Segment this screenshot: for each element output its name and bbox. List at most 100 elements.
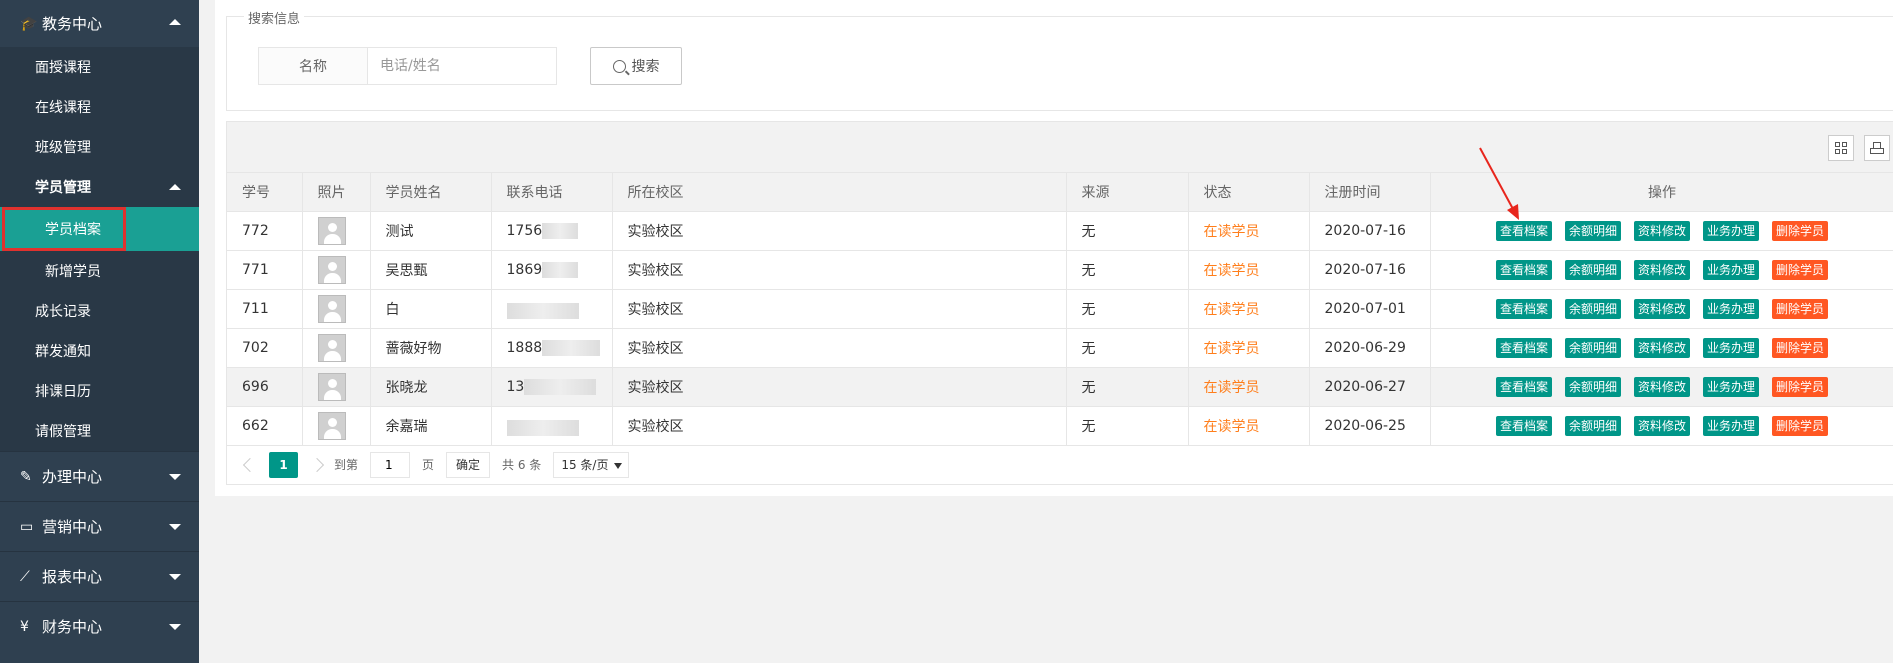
cell-date-text: 2020-06-25 [1324, 417, 1406, 434]
view-record-button[interactable]: 查看档案 [1495, 376, 1552, 397]
delete-student-button[interactable]: 删除学员 [1772, 415, 1829, 436]
col-header-name[interactable]: 学员姓名 [370, 173, 492, 212]
sidebar-category-label: 财务中心 [42, 618, 103, 636]
col-header-status[interactable]: 状态 [1188, 173, 1310, 212]
sidebar-category-handling[interactable]: ✎ 办理中心 [0, 451, 199, 501]
columns-filter-button[interactable] [1828, 135, 1854, 161]
sidebar-item-face-courses[interactable]: 面授课程 [0, 47, 199, 87]
business-button[interactable]: 业务办理 [1703, 415, 1760, 436]
view-record-button[interactable]: 查看档案 [1495, 220, 1552, 241]
delete-student-button[interactable]: 删除学员 [1772, 259, 1829, 280]
business-button[interactable]: 业务办理 [1703, 376, 1760, 397]
sidebar-category-finance[interactable]: ¥ 财务中心 [0, 601, 199, 651]
sidebar-item-student-mgmt[interactable]: 学员管理 [0, 167, 199, 207]
edit-info-button[interactable]: 资料修改 [1633, 298, 1690, 319]
phone-text: 1888 [506, 339, 543, 356]
cell-source: 无 [1066, 250, 1189, 290]
balance-detail-button[interactable]: 余额明细 [1564, 415, 1621, 436]
sidebar-item-new-student[interactable]: 新增学员 [0, 251, 199, 291]
edit-info-button[interactable]: 资料修改 [1633, 259, 1690, 280]
edit-info-button[interactable]: 资料修改 [1633, 337, 1690, 358]
sidebar-item-label: 在线课程 [35, 100, 91, 116]
col-header-date[interactable]: 注册时间 [1309, 173, 1431, 212]
cell-status: 在读学员 [1188, 250, 1310, 290]
business-button[interactable]: 业务办理 [1703, 337, 1760, 358]
sidebar-item-growth[interactable]: 成长记录 [0, 291, 199, 331]
table-row[interactable]: 662 余嘉瑞 实验校区 无 在读学员 2020-06-25 查看档案 余额明细 资料修改 业务办… [227, 406, 1893, 446]
cell-id-text: 711 [242, 300, 269, 317]
cell-id-text: 772 [242, 222, 269, 239]
col-header-campus[interactable]: 所在校区 [612, 173, 1067, 212]
balance-detail-button[interactable]: 余额明细 [1564, 220, 1621, 241]
cell-name: 张晓龙 [370, 367, 492, 407]
col-header-source[interactable]: 来源 [1066, 173, 1189, 212]
cell-name: 蔷薇好物 [370, 328, 492, 368]
sidebar-item-class-mgmt[interactable]: 班级管理 [0, 127, 199, 167]
next-page-icon[interactable] [309, 457, 325, 472]
edit-info-button[interactable]: 资料修改 [1633, 415, 1690, 436]
sidebar-category-reports[interactable]: ⟋ 报表中心 [0, 551, 199, 601]
current-page[interactable]: 1 [269, 451, 298, 478]
business-button[interactable]: 业务办理 [1703, 298, 1760, 319]
view-record-button[interactable]: 查看档案 [1495, 259, 1552, 280]
edit-info-button[interactable]: 资料修改 [1633, 220, 1690, 241]
sidebar-category-label: 办理中心 [42, 468, 103, 486]
line-chart-icon: ⟋ [20, 568, 30, 585]
sidebar-item-leave[interactable]: 请假管理 [0, 411, 199, 451]
col-header-photo[interactable]: 照片 [302, 173, 371, 212]
table-row[interactable]: 696 张晓龙 13 实验校区 无 在读学员 2020-06-27 查看档案 余额明细 资料修改业… [227, 367, 1893, 407]
cell-phone: 1888 [491, 328, 613, 368]
search-input[interactable] [367, 47, 557, 85]
col-header-phone[interactable]: 联系电话 [491, 173, 613, 212]
balance-detail-button[interactable]: 余额明细 [1564, 259, 1621, 280]
cell-source: 无 [1066, 211, 1189, 251]
col-header-id[interactable]: 学号 [227, 173, 303, 212]
balance-detail-button[interactable]: 余额明细 [1564, 298, 1621, 319]
cell-date-text: 2020-07-16 [1324, 261, 1406, 278]
view-record-button[interactable]: 查看档案 [1495, 298, 1552, 319]
sidebar: 🎓 教务中心 面授课程 在线课程 班级管理 学员管理 学员档案 新增学员 成长记… [0, 0, 199, 663]
print-button[interactable] [1864, 135, 1890, 161]
cell-name-text: 吴思甄 [385, 262, 428, 279]
prev-page-icon[interactable] [242, 457, 258, 472]
sidebar-item-label: 排课日历 [35, 384, 91, 400]
phone-text: 1869 [506, 261, 543, 278]
sidebar-item-student-records[interactable]: 学员档案 [2, 207, 126, 251]
sidebar-header-academic[interactable]: 🎓 教务中心 [0, 0, 199, 47]
print-icon [1870, 142, 1884, 154]
table-row[interactable]: 772 测试 1756 实验校区 无 在读学员 2020-07-16 查看档案 余额明细 资料修改… [227, 211, 1893, 251]
delete-student-button[interactable]: 删除学员 [1772, 298, 1829, 319]
sidebar-item-label: 新增学员 [45, 264, 101, 280]
table-row[interactable]: 711 白 实验校区 无 在读学员 2020-07-01 查看档案 余额明细 资料修改 业务办理删… [227, 289, 1893, 329]
sidebar-item-calendar[interactable]: 排课日历 [0, 371, 199, 411]
avatar [317, 255, 346, 284]
balance-detail-button[interactable]: 余额明细 [1564, 376, 1621, 397]
table-row[interactable]: 771 吴思甄 1869 实验校区 无 在读学员 2020-07-16 查看档案 余额明细 资料修… [227, 250, 1893, 290]
delete-student-button[interactable]: 删除学员 [1772, 376, 1829, 397]
cell-photo [302, 250, 371, 290]
page-size-select[interactable]: 15 条/页 [553, 451, 630, 478]
table-row[interactable]: 702 蔷薇好物 1888 实验校区 无 在读学员 2020-06-29 查看档案 余额明细 资料… [227, 328, 1893, 368]
redacted-blur [506, 419, 579, 436]
view-record-button[interactable]: 查看档案 [1495, 415, 1552, 436]
sidebar-item-online-courses[interactable]: 在线课程 [0, 87, 199, 127]
sidebar-item-broadcast[interactable]: 群发通知 [0, 331, 199, 371]
avatar [317, 294, 346, 323]
business-button[interactable]: 业务办理 [1703, 220, 1760, 241]
cell-campus: 实验校区 [612, 406, 1067, 446]
cell-date: 2020-06-27 [1309, 367, 1431, 407]
goto-page-input[interactable] [370, 451, 411, 478]
business-button[interactable]: 业务办理 [1703, 259, 1760, 280]
cell-name: 吴思甄 [370, 250, 492, 290]
yen-icon: ¥ [20, 618, 29, 635]
edit-info-button[interactable]: 资料修改 [1633, 376, 1690, 397]
goto-confirm-button[interactable]: 确定 [446, 451, 491, 478]
balance-detail-button[interactable]: 余额明细 [1564, 337, 1621, 358]
delete-student-button[interactable]: 删除学员 [1772, 337, 1829, 358]
sidebar-category-marketing[interactable]: ▭ 营销中心 [0, 501, 199, 551]
view-record-button[interactable]: 查看档案 [1495, 337, 1552, 358]
chevron-down-icon [169, 474, 181, 480]
delete-student-button[interactable]: 删除学员 [1772, 220, 1829, 241]
cell-date: 2020-06-25 [1309, 406, 1431, 446]
search-button[interactable]: 搜索 [590, 47, 682, 85]
